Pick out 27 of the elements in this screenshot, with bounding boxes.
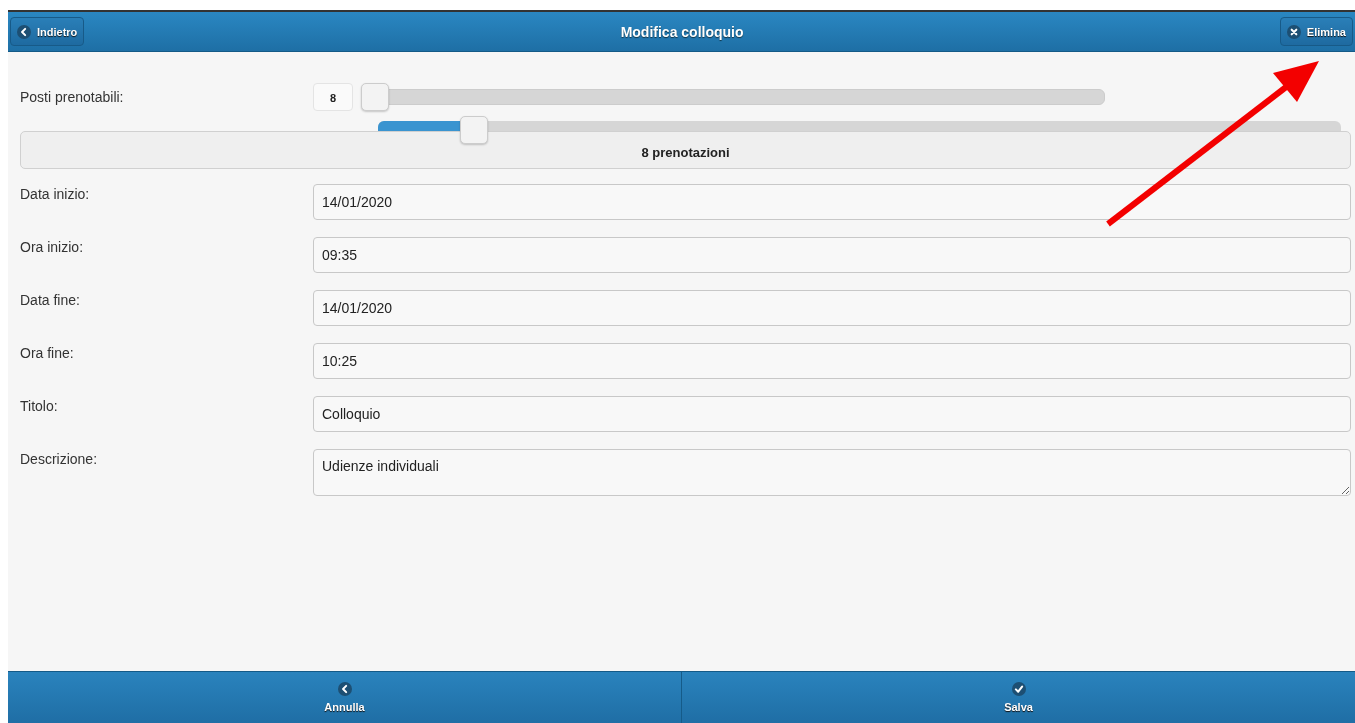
text-area[interactable]: Udienze individuali bbox=[313, 449, 1351, 496]
delete-button[interactable]: Elimina bbox=[1279, 17, 1353, 46]
save-button[interactable]: Salva bbox=[682, 672, 1355, 723]
check-icon bbox=[1011, 682, 1026, 696]
close-icon bbox=[1286, 24, 1301, 39]
input-field[interactable]: 14/01/2020 bbox=[313, 184, 1351, 220]
input-field[interactable]: 09:35 bbox=[313, 237, 1351, 273]
slider[interactable] bbox=[361, 83, 1105, 111]
field-label: Data inizio: bbox=[20, 185, 91, 202]
input-field[interactable]: 14/01/2020 bbox=[313, 290, 1351, 326]
back-icon bbox=[337, 682, 352, 696]
cancel-button[interactable]: Annulla bbox=[8, 672, 682, 723]
field-label: Ora fine: bbox=[20, 344, 75, 361]
field-label: Data fine: bbox=[20, 291, 81, 308]
page-title: Modifica colloquio bbox=[620, 23, 744, 40]
field-label: Descrizione: bbox=[20, 450, 99, 467]
slider-thumb[interactable] bbox=[361, 83, 389, 111]
slider-thumb[interactable] bbox=[460, 116, 489, 144]
bookings-bar: 8 prenotazioni bbox=[20, 131, 1351, 169]
input-field[interactable]: 10:25 bbox=[313, 343, 1351, 379]
back-icon bbox=[17, 24, 31, 39]
back-button[interactable]: Indietro bbox=[10, 17, 85, 46]
field-label: Ora inizio: bbox=[20, 238, 85, 255]
field-label: Posti prenotabili: bbox=[20, 89, 125, 105]
number-field[interactable]: 8 bbox=[313, 83, 353, 111]
field-label: Titolo: bbox=[20, 397, 59, 414]
input-field[interactable]: Colloquio bbox=[313, 396, 1351, 432]
